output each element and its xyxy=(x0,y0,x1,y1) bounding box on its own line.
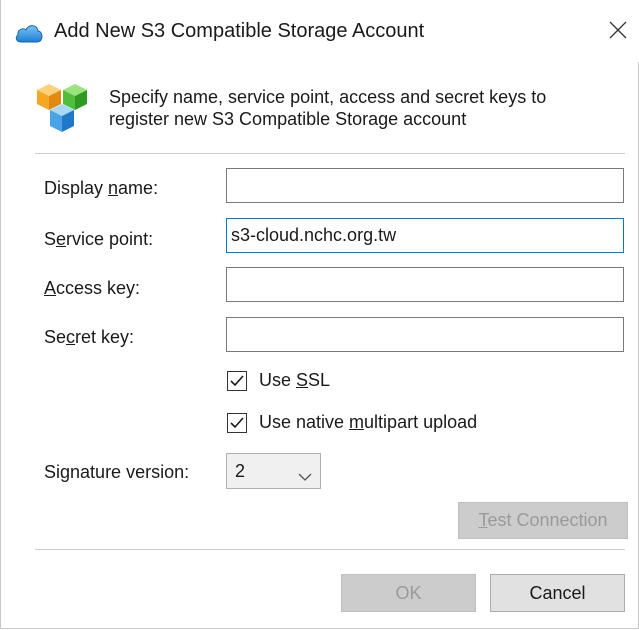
checkmark-icon xyxy=(230,416,244,428)
dialog-window: Add New S3 Compatible Storage Account Sp… xyxy=(0,0,639,629)
chevron-down-icon xyxy=(298,466,312,487)
service-point-label: Service point: xyxy=(44,229,154,249)
display-name-input[interactable] xyxy=(226,168,624,203)
header-divider xyxy=(35,153,625,154)
close-button[interactable] xyxy=(598,14,638,50)
signature-version-label: Signature version: xyxy=(44,462,190,482)
cloud-icon xyxy=(14,21,44,45)
signature-version-value: 2 xyxy=(235,460,246,481)
service-point-value: s3-cloud.nchc.org.tw xyxy=(231,225,397,245)
header-description-line2: register new S3 Compatible Storage accou… xyxy=(109,109,467,129)
dialog-header: Specify name, service point, access and … xyxy=(11,62,630,153)
test-connection-button[interactable]: Test Connection xyxy=(458,502,628,539)
ok-button[interactable]: OK xyxy=(341,574,476,612)
access-key-input[interactable] xyxy=(226,267,624,302)
ok-label: OK xyxy=(395,582,422,603)
title-bar: Add New S3 Compatible Storage Account xyxy=(1,0,639,62)
use-ssl-row[interactable]: Use SSL xyxy=(227,370,330,391)
access-key-label: Access key: xyxy=(44,278,141,298)
secret-key-input[interactable] xyxy=(226,317,624,352)
checkmark-icon xyxy=(230,374,244,386)
use-multipart-checkbox[interactable] xyxy=(227,412,247,433)
use-multipart-row[interactable]: Use native multipart upload xyxy=(227,412,477,433)
use-ssl-label: Use SSL xyxy=(259,370,331,390)
secret-key-label: Secret key: xyxy=(44,327,135,347)
header-description-line1: Specify name, service point, access and … xyxy=(109,87,547,107)
cancel-label: Cancel xyxy=(529,582,586,603)
use-multipart-label: Use native multipart upload xyxy=(259,412,478,432)
display-name-label: Display name: xyxy=(44,178,159,198)
header-description: Specify name, service point, access and … xyxy=(109,86,629,130)
signature-version-select[interactable]: 2 xyxy=(226,453,321,489)
service-point-input[interactable]: s3-cloud.nchc.org.tw xyxy=(226,218,624,253)
test-connection-label: Test Connection xyxy=(478,510,608,530)
footer-divider xyxy=(35,549,625,550)
close-icon xyxy=(609,21,627,44)
cancel-button[interactable]: Cancel xyxy=(490,574,625,612)
window-title: Add New S3 Compatible Storage Account xyxy=(54,20,425,42)
storage-cubes-icon xyxy=(35,76,89,136)
use-ssl-checkbox[interactable] xyxy=(227,370,247,391)
